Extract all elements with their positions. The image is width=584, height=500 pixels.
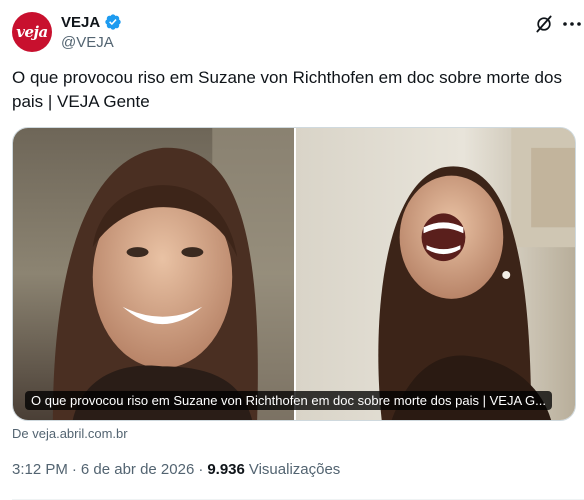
tweet-meta: 3:12 PM · 6 de abr de 2026 · 9.936 Visua… xyxy=(12,461,340,478)
card-title: O que provocou riso em Suzane von Richth… xyxy=(25,391,552,410)
card-source-link[interactable]: De veja.abril.com.br xyxy=(12,426,128,441)
display-name-row: VEJA xyxy=(61,12,122,32)
avatar-logo-text: veja xyxy=(16,23,48,41)
author-info: VEJA @VEJA xyxy=(61,12,122,51)
grok-icon[interactable] xyxy=(534,14,554,34)
views-label[interactable]: Visualizações xyxy=(249,461,340,478)
views-count[interactable]: 9.936 xyxy=(207,461,245,478)
meta-separator: · xyxy=(71,461,77,478)
meta-separator: · xyxy=(198,461,204,478)
display-name[interactable]: VEJA xyxy=(61,14,100,31)
more-icon[interactable] xyxy=(560,14,584,34)
avatar[interactable]: veja xyxy=(12,12,52,52)
card-image xyxy=(13,128,575,420)
verified-badge-icon xyxy=(105,14,121,30)
tweet-text: O que provocou riso em Suzane von Richth… xyxy=(12,68,562,111)
handle[interactable]: @VEJA xyxy=(61,34,122,51)
tweet-date[interactable]: 6 de abr de 2026 xyxy=(81,461,194,478)
link-card[interactable]: O que provocou riso em Suzane von Richth… xyxy=(12,127,576,421)
tweet-time[interactable]: 3:12 PM xyxy=(12,461,68,478)
